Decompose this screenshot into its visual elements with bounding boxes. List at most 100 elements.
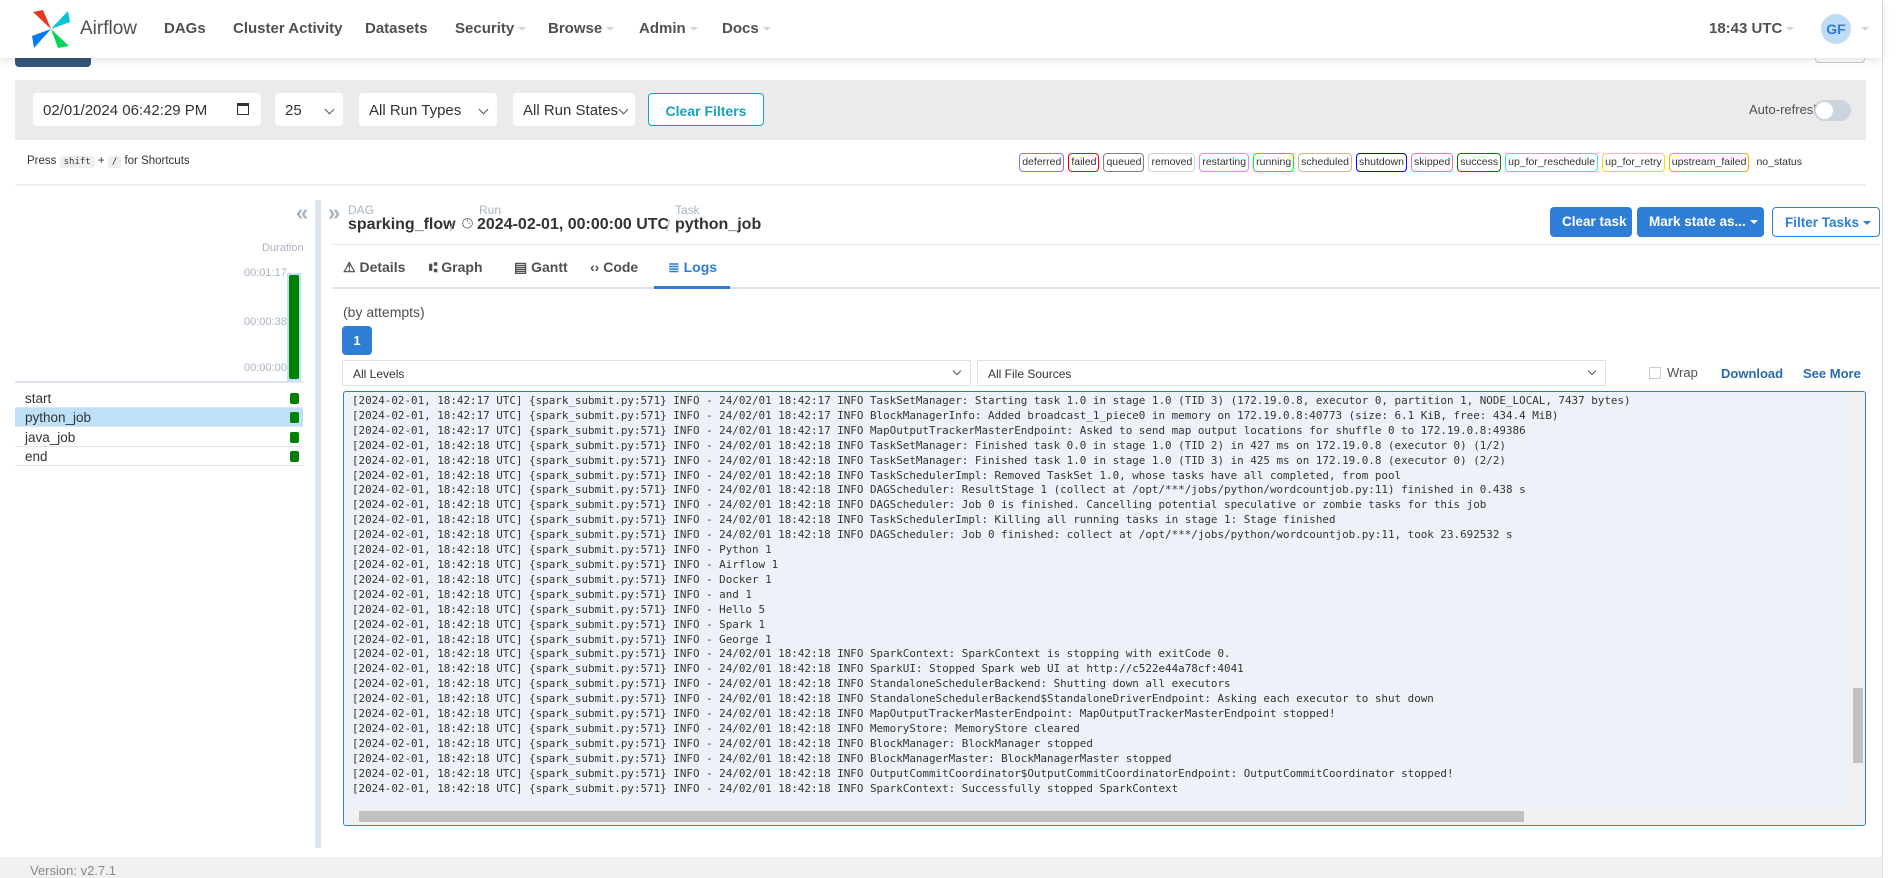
log-viewer[interactable]: [2024-02-01, 18:42:17 UTC] {spark_submit… [343,391,1866,826]
log-line: [2024-02-01, 18:42:18 UTC] {spark_submit… [352,572,772,586]
legend-failed[interactable]: failed [1068,153,1100,172]
legend-up_for_retry[interactable]: up_for_retry [1602,153,1665,172]
expand-details-icon[interactable]: » [328,200,340,226]
legend-running[interactable]: running [1253,153,1295,172]
task-name: end [25,449,48,464]
graph-icon: ⑆ [429,259,438,275]
calendar-icon[interactable] [237,103,249,115]
legend-no_status[interactable]: no_status [1753,153,1805,172]
log-line: [2024-02-01, 18:42:18 UTC] {spark_submit… [352,468,1402,482]
legend-scheduled[interactable]: scheduled [1298,153,1353,172]
brand-name[interactable]: Airflow [80,18,137,40]
log-line: [2024-02-01, 18:42:18 UTC] {spark_submit… [352,498,1487,512]
log-line: [2024-02-01, 18:42:18 UTC] {spark_submit… [352,677,1231,691]
version-text: Version: v2.7.1 [30,863,116,878]
base-date-input[interactable]: 02/01/2024 06:42:29 PM [33,93,261,126]
state-legend: deferred failed queued removed restarting run… [960,152,1805,173]
nav-datasets[interactable]: Datasets [365,20,428,37]
panel-resizer[interactable] [315,200,321,848]
user-avatar[interactable]: GF [1821,14,1851,44]
legend-queued[interactable]: queued [1103,153,1145,172]
task-name: java_job [25,430,76,445]
page-scrollbar[interactable] [1882,0,1901,878]
nav-admin[interactable]: Admin [639,20,698,37]
log-line: [2024-02-01, 18:42:18 UTC] {spark_submit… [352,528,1513,542]
log-level-select[interactable]: All Levels [342,360,971,386]
legend-skipped[interactable]: skipped [1410,153,1454,172]
tab-graph[interactable]: ⑆ Graph [429,259,483,275]
duration-tick: 00:01:17 [244,267,287,279]
breadcrumb-run-label: Run [479,203,502,217]
see-more-link[interactable]: See More [1803,366,1861,381]
task-instance-success[interactable] [290,432,299,443]
caret-down-icon [689,27,698,32]
legend-upstream_failed[interactable]: upstream_failed [1668,153,1750,172]
dag-run-bar[interactable] [289,275,299,379]
breadcrumb-run[interactable]: 2024-02-01, 00:00:00 UTC [477,216,669,234]
task-row[interactable]: start [15,389,303,408]
chevron-down-icon [1587,366,1597,376]
breadcrumb-dag[interactable]: sparking_flow [348,216,456,234]
clear-task-button[interactable]: Clear task [1550,207,1632,237]
tab-gantt[interactable]: ▤ Gantt [514,259,568,276]
breadcrumb-task-label: Task [675,203,700,217]
duration-tick: 00:00:38 [244,316,287,328]
clear-filters-button[interactable]: Clear Filters [648,93,764,126]
task-instance-success[interactable] [290,412,299,423]
dag-run-bar-column [287,273,301,381]
legend-up_for_reschedule[interactable]: up_for_reschedule [1505,153,1599,172]
nav-cluster-activity[interactable]: Cluster Activity [233,20,342,37]
tab-code[interactable]: ‹› Code [590,259,638,275]
nav-security[interactable]: Security [455,20,527,37]
log-line: [2024-02-01, 18:42:18 UTC] {spark_submit… [352,438,1506,452]
legend-success[interactable]: success [1457,153,1502,172]
tab-details[interactable]: ⚠ Details [343,259,405,276]
breadcrumb-task[interactable]: python_job [675,216,761,234]
collapse-grid-icon[interactable]: « [296,200,308,226]
log-line: [2024-02-01, 18:42:18 UTC] {spark_submit… [352,736,1093,750]
nav-docs[interactable]: Docs [722,20,771,37]
task-row[interactable]: end [15,447,303,466]
log-content: [2024-02-01, 18:42:17 UTC] {spark_submit… [352,394,1631,796]
nav-dags[interactable]: DAGs [164,20,206,37]
legend-deferred[interactable]: deferred [1019,153,1065,172]
nav-browse[interactable]: Browse [548,20,615,37]
task-instance-success[interactable] [290,393,299,404]
breadcrumb-separator: / [450,218,455,235]
caret-down-icon[interactable] [1861,27,1869,31]
log-line: [2024-02-01, 18:42:18 UTC] {spark_submit… [352,453,1506,467]
log-line: [2024-02-01, 18:42:18 UTC] {spark_submit… [352,751,1172,765]
download-link[interactable]: Download [1721,366,1783,381]
run-state-select[interactable]: All Run States [513,93,635,126]
log-line: [2024-02-01, 18:42:18 UTC] {spark_submit… [352,781,1179,795]
task-instance-success[interactable] [290,451,299,462]
list-icon: ≣ [668,259,680,275]
legend-removed[interactable]: removed [1148,153,1196,172]
mark-state-button[interactable]: Mark state as... [1637,207,1764,237]
log-line: [2024-02-01, 18:42:18 UTC] {spark_submit… [352,707,1336,721]
breadcrumb-dag-label: DAG [348,203,375,217]
tab-logs[interactable]: ≣ Logs [668,259,717,276]
task-row[interactable]: python_job [15,408,303,427]
log-line: [2024-02-01, 18:42:18 UTC] {spark_submit… [352,557,779,571]
attempt-button[interactable]: 1 [342,326,372,355]
auto-refresh-toggle[interactable] [1814,100,1851,121]
legend-restarting[interactable]: restarting [1199,153,1250,172]
auto-refresh-label: Auto-refresh [1749,102,1821,117]
run-type-select[interactable]: All Run Types [359,93,497,126]
clock-menu[interactable]: 18:43 UTC [1709,20,1795,37]
legend-shutdown[interactable]: shutdown [1356,153,1407,172]
slash-key: / [107,156,122,168]
horizontal-scrollbar[interactable] [344,808,1865,825]
wrap-checkbox[interactable] [1649,367,1661,379]
wrap-label: Wrap [1667,365,1698,380]
filter-tasks-button[interactable]: Filter Tasks [1772,207,1880,237]
duration-tick: 00:00:00 [244,362,287,374]
log-line: [2024-02-01, 18:42:18 UTC] {spark_submit… [352,721,1080,735]
num-runs-select[interactable]: 25 [275,93,343,126]
vertical-scrollbar[interactable] [1850,392,1865,810]
file-source-select[interactable]: All File Sources [977,360,1606,386]
airflow-logo-icon[interactable] [30,8,72,50]
task-row[interactable]: java_job [15,428,303,447]
log-line: [2024-02-01, 18:42:18 UTC] {spark_submit… [352,632,772,646]
